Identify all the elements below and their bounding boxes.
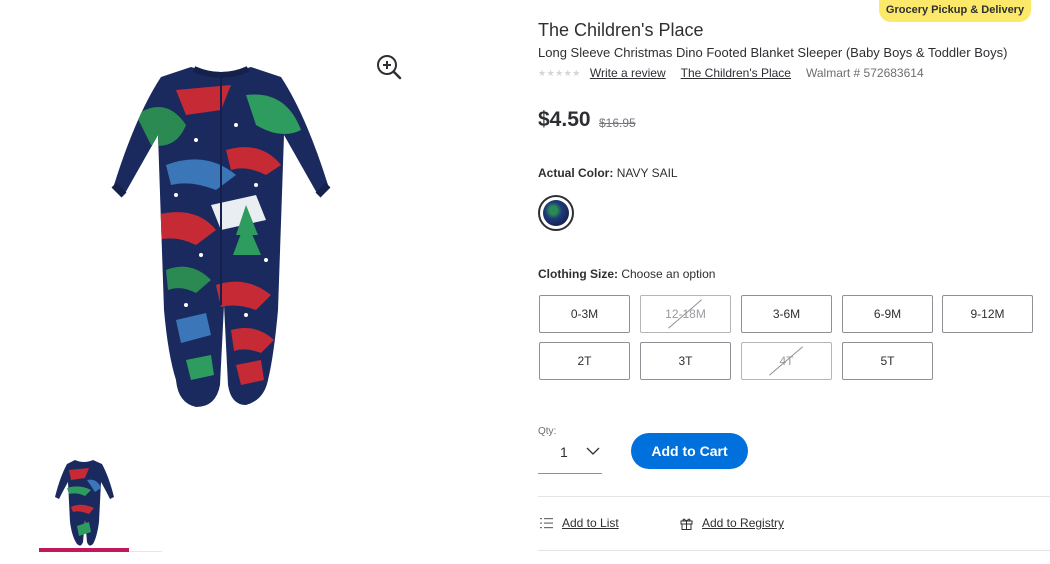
quantity-select[interactable]: 1 — [538, 440, 602, 474]
size-option-label: 4T — [779, 354, 794, 368]
size-option-0-3m[interactable]: 0-3M — [539, 295, 630, 333]
size-option-label: 12-18M — [665, 307, 706, 321]
gift-icon — [680, 518, 693, 530]
divider-bottom — [538, 550, 1050, 551]
rating-stars: ★★★★★ — [538, 67, 581, 78]
write-review-link[interactable]: Write a review — [590, 66, 666, 80]
quantity-value: 1 — [560, 444, 568, 460]
size-option-4t[interactable]: 4T — [741, 342, 832, 380]
size-option-label: 2T — [577, 354, 592, 368]
product-thumbnail[interactable] — [39, 452, 129, 552]
size-option-label: 3T — [678, 354, 693, 368]
thumbnail-active-indicator — [39, 548, 129, 552]
size-option-label: 6-9M — [873, 307, 902, 321]
color-label: Actual Color: NAVY SAIL — [538, 166, 678, 180]
size-option-2t[interactable]: 2T — [539, 342, 630, 380]
size-option-9-12m[interactable]: 9-12M — [942, 295, 1033, 333]
size-value: Choose an option — [621, 267, 716, 281]
add-to-cart-button[interactable]: Add to Cart — [631, 433, 748, 469]
divider-top — [538, 496, 1050, 497]
quantity-label: Qty: — [538, 426, 557, 437]
add-to-list-button[interactable]: Add to List — [540, 516, 619, 530]
chevron-down-icon — [586, 447, 600, 455]
add-to-list-label: Add to List — [562, 516, 619, 530]
color-label-title: Actual Color: — [538, 166, 614, 180]
color-swatch-fill — [543, 200, 569, 226]
size-option-label: 3-6M — [772, 307, 801, 321]
size-option-label: 9-12M — [970, 307, 1005, 321]
size-option-6-9m[interactable]: 6-9M — [842, 295, 933, 333]
size-option-3-6m[interactable]: 3-6M — [741, 295, 832, 333]
grocery-pickup-badge[interactable]: Grocery Pickup & Delivery — [879, 0, 1031, 22]
product-title: Long Sleeve Christmas Dino Footed Blanke… — [538, 45, 1008, 60]
size-label: Clothing Size: Choose an option — [538, 267, 715, 281]
current-price: $4.50 — [538, 108, 591, 131]
color-swatch-navy-sail[interactable] — [538, 195, 574, 231]
add-to-registry-button[interactable]: Add to Registry — [680, 516, 784, 530]
size-option-label: 5T — [880, 354, 895, 368]
was-price: $16.95 — [599, 116, 636, 130]
size-option-3t[interactable]: 3T — [640, 342, 731, 380]
product-main-image[interactable] — [96, 55, 346, 415]
size-label-title: Clothing Size: — [538, 267, 618, 281]
size-option-5t[interactable]: 5T — [842, 342, 933, 380]
product-brand: The Children's Place — [538, 20, 704, 40]
color-value: NAVY SAIL — [616, 166, 678, 180]
zoom-in-icon[interactable] — [374, 52, 404, 82]
add-to-registry-label: Add to Registry — [702, 516, 785, 530]
thumbnail-divider — [129, 551, 162, 552]
walmart-number: Walmart # 572683614 — [805, 66, 924, 80]
size-option-label: 0-3M — [570, 307, 599, 321]
list-icon — [540, 518, 553, 529]
product-meta-row: ★★★★★ Write a review The Children's Plac… — [538, 66, 924, 80]
size-option-12-18m[interactable]: 12-18M — [640, 295, 731, 333]
brand-link[interactable]: The Children's Place — [681, 66, 791, 80]
